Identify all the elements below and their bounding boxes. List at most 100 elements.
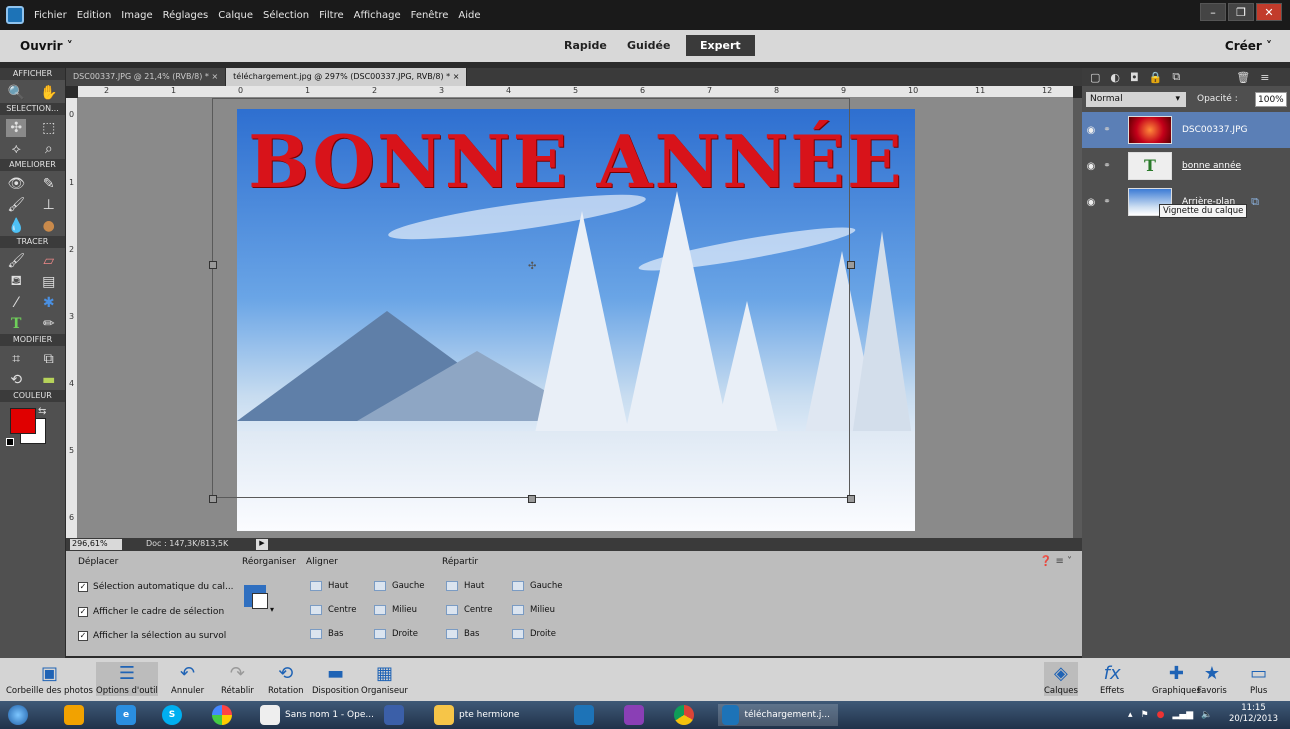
smart-brush-icon[interactable]: 🖌 <box>6 196 26 214</box>
show-highlight-checkbox[interactable]: ✓ Afficher la sélection au survol <box>78 631 226 641</box>
help-menu-icon[interactable]: ❓ ≡ ˅ <box>1040 556 1072 567</box>
open-button[interactable]: Ouvrir ˅ <box>20 39 73 53</box>
eye-icon[interactable]: ◉ <box>1082 161 1100 172</box>
text-layer-icon[interactable]: T <box>1128 152 1172 180</box>
text-tool-icon[interactable]: T <box>6 315 26 333</box>
trash-icon[interactable]: 🗑 <box>1236 71 1250 84</box>
recompose-icon[interactable]: ⧉ <box>39 350 59 368</box>
menu-filtre[interactable]: Filtre <box>319 10 344 21</box>
menu-fichier[interactable]: Fichier <box>34 10 67 21</box>
layout-button[interactable]: ▬ Disposition <box>312 662 359 696</box>
align-left-button[interactable]: Gauche <box>374 581 424 591</box>
arrange-button[interactable]: ▾ <box>244 585 280 615</box>
foreground-color-swatch[interactable] <box>10 408 36 434</box>
eye-icon[interactable]: ◉ <box>1082 197 1100 208</box>
eye-icon[interactable]: ◉ <box>1082 125 1100 136</box>
distribute-center-button[interactable]: Centre <box>446 605 492 615</box>
align-top-button[interactable]: Haut <box>310 581 348 591</box>
tab-dsc00337[interactable]: DSC00337.JPG @ 21,4% (RVB/8) * × <box>66 68 227 86</box>
link-icon[interactable]: ⚭ <box>1100 125 1114 135</box>
auto-select-layer-checkbox[interactable]: ✓ Sélection automatique du cal... <box>78 582 234 592</box>
new-layer-icon[interactable]: ▢ <box>1090 71 1100 84</box>
mode-guidee[interactable]: Guidée <box>615 37 682 54</box>
close-icon[interactable]: × <box>453 72 460 81</box>
move-tool-icon[interactable]: ✣ <box>6 118 27 137</box>
quick-selection-icon[interactable]: ⌕ <box>39 140 59 158</box>
more-button[interactable]: ▭ Plus <box>1250 662 1267 696</box>
clone-stamp-icon[interactable]: ⊥ <box>39 196 59 214</box>
layers-button[interactable]: ◈ Calques <box>1044 662 1078 696</box>
distribute-middle-button[interactable]: Milieu <box>512 605 555 615</box>
favorites-button[interactable]: ★ Favoris <box>1197 662 1227 696</box>
blur-icon[interactable]: 💧 <box>6 217 26 235</box>
layer-row[interactable]: ◉ ⚭ T bonne année <box>1082 148 1290 184</box>
rotate-button[interactable]: ⟲ Rotation <box>268 662 304 696</box>
paint-bucket-icon[interactable]: ⛾ <box>6 273 26 291</box>
restore-button[interactable]: ❐ <box>1228 3 1254 21</box>
link-icon[interactable]: ⚭ <box>1100 197 1114 207</box>
app-icon[interactable] <box>6 6 24 24</box>
antivirus-icon[interactable]: ● <box>1157 710 1165 720</box>
redo-button[interactable]: ↷ Rétablir <box>221 662 254 696</box>
layer-row[interactable]: ◉ ⚭ DSC00337.JPG <box>1082 112 1290 148</box>
spot-healing-icon[interactable]: ✎ <box>39 175 59 193</box>
crop-icon[interactable]: ⌗ <box>6 350 26 368</box>
eyedropper-icon[interactable]: ⁄ <box>6 294 26 312</box>
close-button[interactable]: ✕ <box>1256 3 1282 21</box>
blend-mode-select[interactable]: Normal ▾ <box>1086 92 1186 107</box>
adjustment-layer-icon[interactable]: ◐ <box>1110 71 1120 84</box>
vertical-scrollbar[interactable] <box>1073 98 1082 538</box>
effects-button[interactable]: fx Effets <box>1100 662 1124 696</box>
tray-arrow-icon[interactable]: ▴ <box>1128 710 1133 720</box>
menu-reglages[interactable]: Réglages <box>163 10 209 21</box>
lock-icon[interactable]: 🔒 <box>1149 71 1163 84</box>
mode-rapide[interactable]: Rapide <box>552 37 619 54</box>
red-eye-icon[interactable]: 👁 <box>6 175 26 193</box>
taskbar-app[interactable] <box>212 704 232 726</box>
menu-affichage[interactable]: Affichage <box>354 10 401 21</box>
align-middle-button[interactable]: Milieu <box>374 605 417 615</box>
align-bottom-button[interactable]: Bas <box>310 629 343 639</box>
photo-bin-button[interactable]: ▣ Corbeille des photos <box>6 662 93 696</box>
panel-menu-icon[interactable]: ≡ <box>1260 71 1269 84</box>
organizer-button[interactable]: ▦ Organiseur <box>361 662 408 696</box>
lasso-icon[interactable]: ⟡ <box>6 140 26 158</box>
swap-colors-icon[interactable]: ⇆ <box>38 406 46 417</box>
create-button[interactable]: Créer ˅ <box>1225 39 1272 53</box>
flag-icon[interactable]: ⚑ <box>1141 710 1149 720</box>
taskbar-app[interactable] <box>624 704 644 726</box>
menu-fenetre[interactable]: Fenêtre <box>411 10 449 21</box>
marquee-icon[interactable]: ⬚ <box>39 119 59 137</box>
tool-options-button[interactable]: ☰ Options d'outil <box>96 662 158 696</box>
hand-icon[interactable]: ✋ <box>39 84 59 102</box>
distribute-right-button[interactable]: Droite <box>512 629 556 639</box>
title-text-layer[interactable]: BONNE ANNÉE <box>237 119 915 204</box>
custom-shape-icon[interactable]: ✱ <box>39 294 59 312</box>
tab-telechargement[interactable]: téléchargement.jpg @ 297% (DSC00337.JPG,… <box>226 68 468 86</box>
mode-expert[interactable]: Expert <box>686 35 755 56</box>
zoom-field[interactable]: 296,61% <box>70 539 122 550</box>
taskbar-app[interactable] <box>64 704 84 726</box>
default-colors-icon[interactable] <box>6 438 14 446</box>
menu-edition[interactable]: Edition <box>77 10 112 21</box>
undo-button[interactable]: ↶ Annuler <box>171 662 204 696</box>
eraser-icon[interactable]: ▱ <box>39 252 59 270</box>
gradient-icon[interactable]: ▤ <box>39 273 59 291</box>
taskbar-app[interactable] <box>574 704 594 726</box>
lock-all-icon[interactable]: ⧉ <box>1172 70 1180 84</box>
link-icon[interactable]: ⚭ <box>1100 161 1114 171</box>
straighten-icon[interactable]: ▬ <box>39 371 59 389</box>
content-aware-move-icon[interactable]: ⟲ <box>6 371 26 389</box>
graphics-button[interactable]: ✚ Graphiques <box>1152 662 1201 696</box>
taskbar-app[interactable]: Sans nom 1 - Ope... <box>260 704 374 726</box>
minimize-button[interactable]: – <box>1200 3 1226 21</box>
opacity-field[interactable]: 100% <box>1255 92 1287 107</box>
status-menu-arrow-icon[interactable]: ▶ <box>256 539 268 550</box>
zoom-icon[interactable]: 🔍 <box>6 84 26 102</box>
mask-icon[interactable]: ◘ <box>1130 71 1139 84</box>
distribute-top-button[interactable]: Haut <box>446 581 484 591</box>
layer-thumbnail[interactable] <box>1128 116 1172 144</box>
clock[interactable]: 11:15 20/12/2013 <box>1229 703 1278 725</box>
menu-image[interactable]: Image <box>121 10 152 21</box>
taskbar-app[interactable]: e <box>116 704 136 726</box>
